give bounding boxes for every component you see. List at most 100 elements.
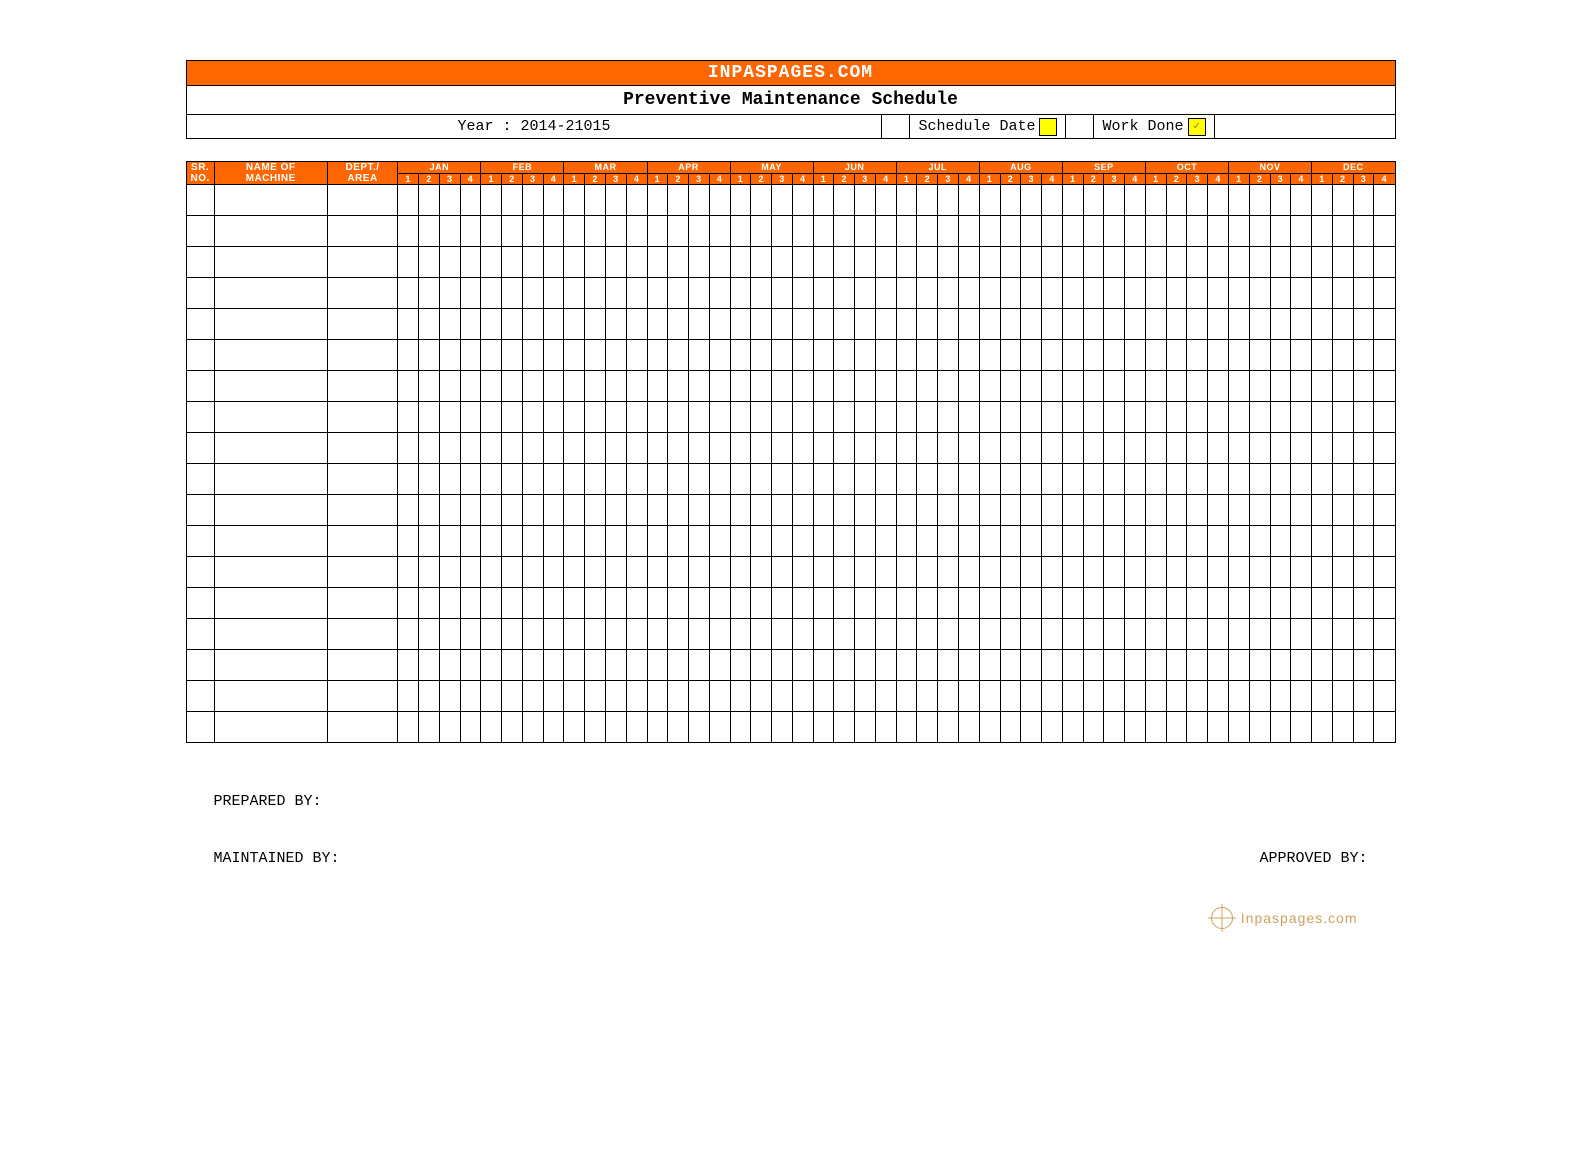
cell-week[interactable] (1312, 185, 1333, 216)
cell-sr[interactable] (186, 309, 214, 340)
cell-week[interactable] (1104, 216, 1125, 247)
cell-week[interactable] (1125, 464, 1146, 495)
cell-week[interactable] (522, 371, 543, 402)
cell-sr[interactable] (186, 464, 214, 495)
cell-week[interactable] (917, 650, 938, 681)
cell-week[interactable] (1000, 402, 1021, 433)
cell-week[interactable] (1000, 464, 1021, 495)
cell-week[interactable] (834, 557, 855, 588)
cell-week[interactable] (668, 681, 689, 712)
cell-week[interactable] (1291, 712, 1312, 743)
cell-week[interactable] (730, 402, 751, 433)
cell-week[interactable] (564, 464, 585, 495)
cell-week[interactable] (689, 402, 710, 433)
cell-week[interactable] (439, 340, 460, 371)
cell-week[interactable] (522, 464, 543, 495)
cell-dept[interactable] (327, 278, 398, 309)
cell-week[interactable] (1270, 526, 1291, 557)
cell-name[interactable] (214, 278, 327, 309)
cell-week[interactable] (502, 433, 523, 464)
cell-week[interactable] (917, 588, 938, 619)
cell-week[interactable] (564, 309, 585, 340)
cell-week[interactable] (1000, 340, 1021, 371)
cell-week[interactable] (1312, 309, 1333, 340)
cell-week[interactable] (543, 588, 564, 619)
cell-week[interactable] (979, 526, 1000, 557)
cell-week[interactable] (1187, 681, 1208, 712)
cell-week[interactable] (1042, 588, 1063, 619)
cell-week[interactable] (1062, 619, 1083, 650)
cell-week[interactable] (959, 185, 980, 216)
cell-week[interactable] (543, 340, 564, 371)
cell-week[interactable] (1042, 464, 1063, 495)
cell-week[interactable] (481, 371, 502, 402)
cell-week[interactable] (751, 464, 772, 495)
cell-week[interactable] (751, 681, 772, 712)
cell-week[interactable] (772, 526, 793, 557)
cell-week[interactable] (959, 712, 980, 743)
cell-week[interactable] (751, 526, 772, 557)
cell-week[interactable] (875, 588, 896, 619)
cell-week[interactable] (1000, 278, 1021, 309)
cell-week[interactable] (1187, 371, 1208, 402)
cell-sr[interactable] (186, 433, 214, 464)
cell-week[interactable] (1312, 433, 1333, 464)
cell-week[interactable] (1187, 340, 1208, 371)
cell-week[interactable] (1312, 681, 1333, 712)
cell-week[interactable] (709, 340, 730, 371)
cell-week[interactable] (1083, 340, 1104, 371)
cell-week[interactable] (875, 681, 896, 712)
cell-week[interactable] (959, 495, 980, 526)
cell-week[interactable] (959, 247, 980, 278)
cell-week[interactable] (1187, 650, 1208, 681)
cell-week[interactable] (959, 340, 980, 371)
cell-dept[interactable] (327, 650, 398, 681)
cell-week[interactable] (875, 247, 896, 278)
cell-week[interactable] (751, 495, 772, 526)
cell-week[interactable] (1249, 526, 1270, 557)
cell-week[interactable] (626, 588, 647, 619)
cell-week[interactable] (1353, 309, 1374, 340)
cell-week[interactable] (626, 557, 647, 588)
cell-week[interactable] (1062, 433, 1083, 464)
cell-week[interactable] (605, 619, 626, 650)
cell-week[interactable] (481, 340, 502, 371)
cell-week[interactable] (481, 216, 502, 247)
cell-dept[interactable] (327, 371, 398, 402)
cell-week[interactable] (1208, 588, 1229, 619)
cell-week[interactable] (1374, 216, 1395, 247)
cell-week[interactable] (1062, 588, 1083, 619)
cell-week[interactable] (875, 278, 896, 309)
cell-name[interactable] (214, 681, 327, 712)
cell-week[interactable] (709, 681, 730, 712)
cell-week[interactable] (1332, 619, 1353, 650)
cell-week[interactable] (875, 650, 896, 681)
cell-week[interactable] (502, 619, 523, 650)
cell-week[interactable] (543, 650, 564, 681)
cell-week[interactable] (1229, 495, 1250, 526)
cell-sr[interactable] (186, 650, 214, 681)
cell-week[interactable] (1062, 402, 1083, 433)
cell-week[interactable] (689, 371, 710, 402)
cell-week[interactable] (522, 588, 543, 619)
cell-week[interactable] (772, 185, 793, 216)
cell-week[interactable] (605, 433, 626, 464)
cell-week[interactable] (1270, 588, 1291, 619)
cell-week[interactable] (896, 309, 917, 340)
cell-week[interactable] (1021, 619, 1042, 650)
cell-week[interactable] (855, 247, 876, 278)
cell-week[interactable] (730, 681, 751, 712)
cell-week[interactable] (1208, 526, 1229, 557)
cell-week[interactable] (439, 495, 460, 526)
cell-week[interactable] (626, 185, 647, 216)
cell-week[interactable] (1021, 402, 1042, 433)
cell-week[interactable] (1083, 557, 1104, 588)
cell-sr[interactable] (186, 340, 214, 371)
cell-week[interactable] (709, 495, 730, 526)
cell-week[interactable] (564, 340, 585, 371)
cell-week[interactable] (564, 557, 585, 588)
cell-week[interactable] (481, 433, 502, 464)
cell-week[interactable] (709, 557, 730, 588)
cell-week[interactable] (1291, 278, 1312, 309)
cell-week[interactable] (689, 216, 710, 247)
